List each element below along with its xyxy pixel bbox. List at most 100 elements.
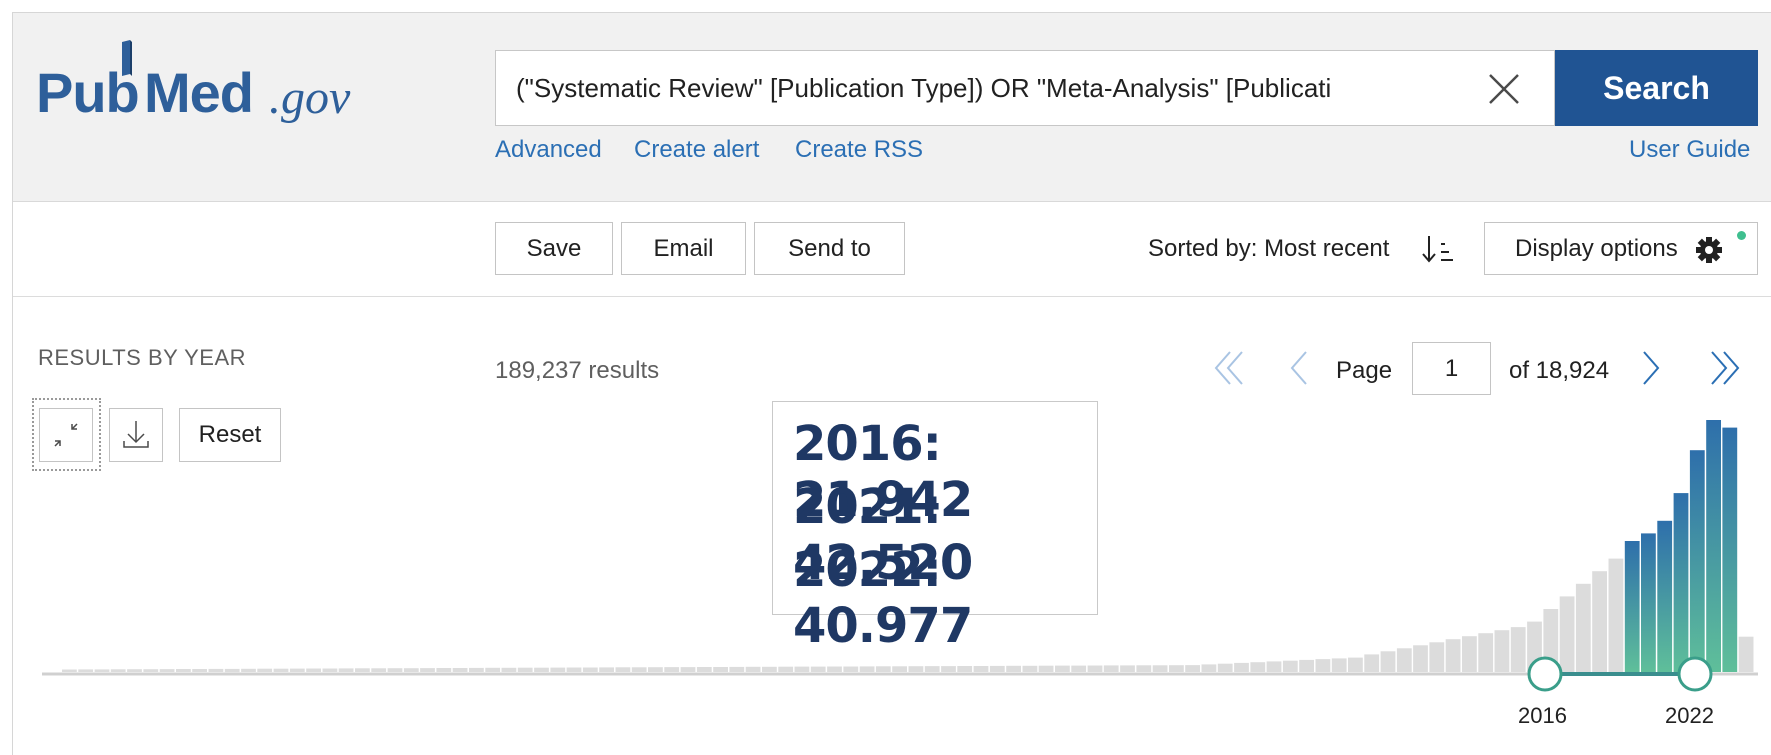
bar-2015[interactable]	[1608, 558, 1624, 672]
bar-1921[interactable]	[78, 669, 94, 672]
bar-1957[interactable]	[664, 667, 680, 672]
bar-1952[interactable]	[582, 667, 598, 673]
bar-2019[interactable]	[1673, 493, 1689, 672]
bar-2006[interactable]	[1462, 636, 1477, 672]
bar-1932[interactable]	[257, 668, 273, 672]
bar-1940[interactable]	[387, 668, 403, 672]
bar-2003[interactable]	[1413, 645, 1428, 672]
bar-1985[interactable]	[1120, 665, 1135, 672]
bar-1920[interactable]	[62, 669, 77, 673]
bar-1934[interactable]	[289, 668, 305, 672]
bar-1961[interactable]	[729, 666, 745, 672]
bar-1969[interactable]	[859, 666, 875, 672]
bar-1929[interactable]	[208, 668, 224, 672]
bar-1979[interactable]	[1022, 665, 1038, 672]
bar-1997[interactable]	[1315, 659, 1331, 672]
bar-2000[interactable]	[1364, 654, 1380, 672]
bar-2013[interactable]	[1575, 583, 1591, 672]
bar-1987[interactable]	[1152, 665, 1168, 672]
bar-1937[interactable]	[338, 668, 354, 672]
bar-1988[interactable]	[1169, 665, 1184, 672]
bar-1990[interactable]	[1201, 664, 1217, 672]
bar-1965[interactable]	[794, 666, 810, 672]
bar-1978[interactable]	[1006, 665, 1021, 672]
bar-1994[interactable]	[1266, 661, 1282, 672]
bar-1989[interactable]	[1185, 665, 1200, 672]
bar-2014[interactable]	[1592, 571, 1607, 672]
bar-2016[interactable]	[1624, 541, 1640, 672]
bar-2007[interactable]	[1478, 633, 1494, 672]
bar-1947[interactable]	[501, 667, 517, 672]
bar-1925[interactable]	[143, 669, 159, 672]
bar-1938[interactable]	[355, 668, 370, 672]
bar-1980[interactable]	[1038, 665, 1054, 672]
bar-2018[interactable]	[1657, 520, 1673, 672]
bar-1955[interactable]	[631, 667, 647, 672]
bar-2023[interactable]	[1738, 636, 1754, 672]
bar-1967[interactable]	[827, 666, 842, 673]
bar-1966[interactable]	[810, 666, 826, 672]
bar-1993[interactable]	[1250, 662, 1266, 672]
range-start-handle[interactable]	[1527, 656, 1563, 692]
bar-1972[interactable]	[908, 666, 924, 672]
bar-1949[interactable]	[534, 667, 549, 672]
bar-1950[interactable]	[550, 667, 566, 672]
bar-1975[interactable]	[957, 666, 973, 672]
bar-2009[interactable]	[1510, 627, 1526, 672]
bar-2005[interactable]	[1445, 639, 1461, 672]
bar-1939[interactable]	[371, 668, 387, 672]
bar-1976[interactable]	[973, 666, 989, 672]
bar-1977[interactable]	[989, 665, 1005, 672]
bar-1924[interactable]	[127, 669, 142, 672]
bar-2001[interactable]	[1380, 651, 1396, 672]
bar-1936[interactable]	[322, 668, 338, 673]
bar-1991[interactable]	[1217, 663, 1233, 672]
bar-2002[interactable]	[1396, 648, 1412, 672]
bar-1970[interactable]	[875, 666, 891, 672]
bar-1995[interactable]	[1282, 660, 1298, 672]
bar-1941[interactable]	[403, 668, 419, 672]
bar-2017[interactable]	[1641, 533, 1656, 672]
bar-1943[interactable]	[436, 668, 452, 672]
bar-1930[interactable]	[224, 668, 240, 673]
bar-1971[interactable]	[892, 666, 907, 672]
bar-1984[interactable]	[1103, 665, 1119, 672]
bar-1931[interactable]	[241, 668, 256, 672]
bar-1999[interactable]	[1348, 657, 1363, 672]
bar-2008[interactable]	[1494, 630, 1510, 672]
bar-1935[interactable]	[306, 668, 321, 673]
bar-1928[interactable]	[192, 669, 207, 672]
bar-1992[interactable]	[1234, 662, 1249, 672]
bar-1959[interactable]	[696, 667, 712, 672]
bar-1933[interactable]	[273, 668, 289, 672]
bar-1958[interactable]	[680, 667, 696, 672]
bar-2012[interactable]	[1559, 596, 1575, 672]
bar-1983[interactable]	[1087, 665, 1103, 673]
bar-1974[interactable]	[941, 666, 956, 672]
bar-1962[interactable]	[745, 666, 761, 672]
bar-1981[interactable]	[1055, 665, 1070, 672]
bar-1923[interactable]	[110, 669, 126, 672]
bar-1945[interactable]	[469, 667, 484, 672]
bar-1986[interactable]	[1136, 665, 1152, 672]
bar-1922[interactable]	[94, 669, 110, 672]
bar-1998[interactable]	[1331, 658, 1347, 672]
bar-2022[interactable]	[1722, 427, 1738, 672]
bar-1926[interactable]	[159, 669, 175, 672]
bar-1996[interactable]	[1299, 659, 1314, 672]
bar-1964[interactable]	[778, 666, 794, 672]
bar-1946[interactable]	[485, 667, 501, 672]
range-end-handle[interactable]	[1677, 656, 1713, 692]
bar-1927[interactable]	[176, 669, 191, 672]
bar-1968[interactable]	[843, 666, 859, 673]
bar-1963[interactable]	[762, 666, 777, 672]
bar-1944[interactable]	[452, 668, 468, 672]
bar-2020[interactable]	[1689, 450, 1705, 672]
bar-1960[interactable]	[713, 667, 728, 672]
bar-1942[interactable]	[420, 668, 435, 672]
bar-2021[interactable]	[1706, 420, 1721, 672]
bar-1982[interactable]	[1071, 665, 1087, 672]
bar-2004[interactable]	[1429, 642, 1445, 672]
bar-1973[interactable]	[924, 666, 940, 672]
bar-1956[interactable]	[648, 667, 663, 672]
